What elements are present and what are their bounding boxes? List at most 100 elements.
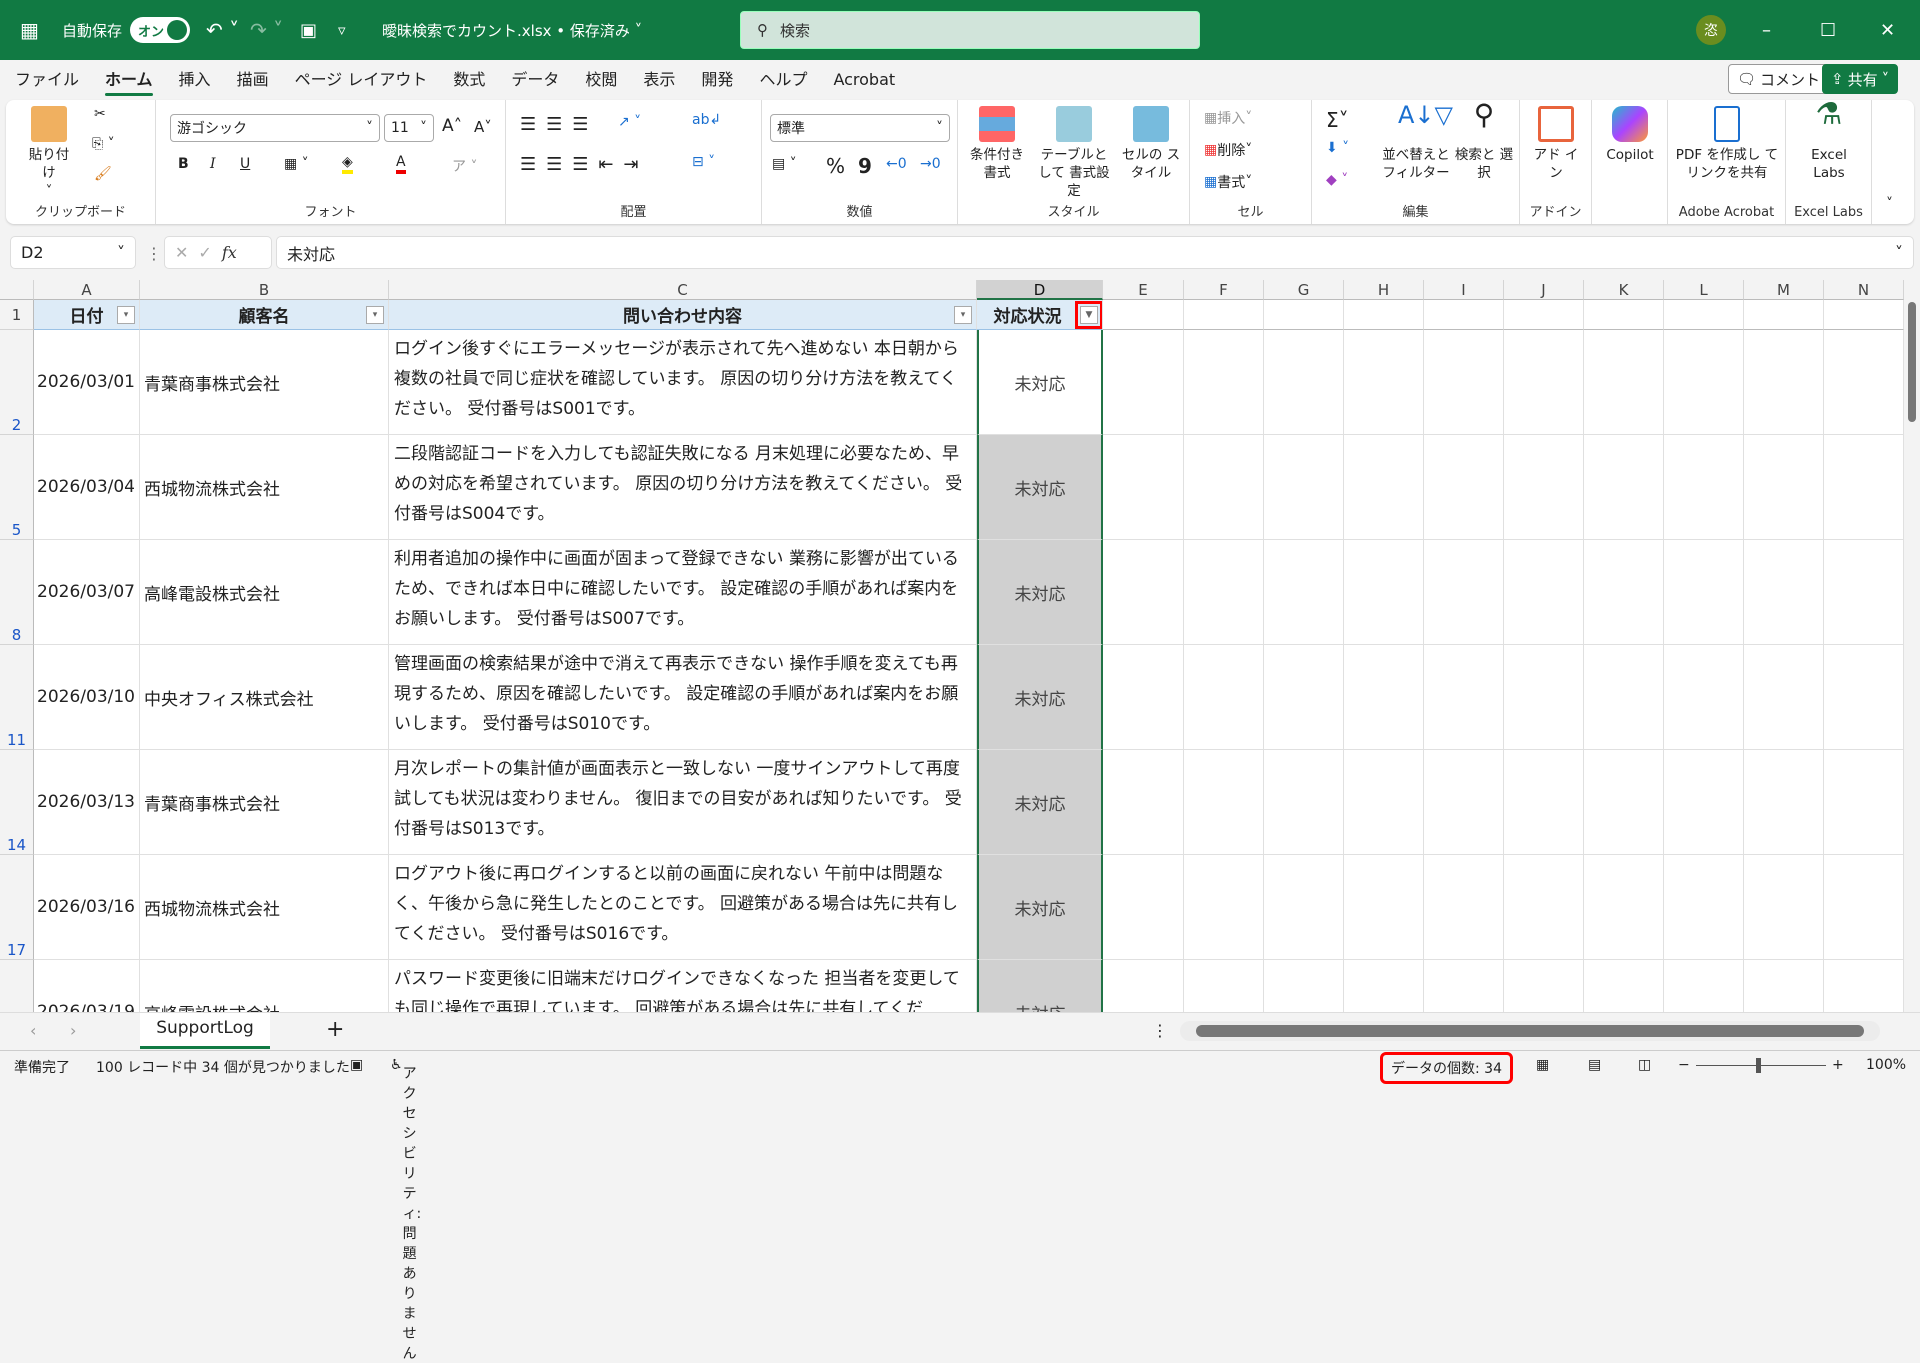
conditional-format-button[interactable]: 条件付き 書式 [964, 106, 1030, 182]
content-cell[interactable]: 月次レポートの集計値が画面表示と一致しない 一度サインアウトして再度試しても状況… [389, 750, 977, 855]
filter-dropdown-button[interactable]: ▾ [954, 306, 972, 324]
empty-cell[interactable] [1344, 960, 1424, 1012]
paste-button[interactable]: 貼り付け ˅ [24, 106, 74, 200]
collapse-ribbon-icon[interactable]: ˅ [1886, 196, 1893, 212]
empty-cell[interactable] [1744, 300, 1824, 330]
empty-cell[interactable] [1264, 330, 1344, 435]
empty-cell[interactable] [1504, 855, 1584, 960]
empty-cell[interactable] [1184, 960, 1264, 1012]
empty-cell[interactable] [1664, 855, 1744, 960]
empty-cell[interactable] [1184, 330, 1264, 435]
header-cell-D[interactable]: 対応状況 ▼ [977, 300, 1103, 330]
content-cell[interactable]: 管理画面の検索結果が途中で消えて再表示できない 操作手順を変えても再現するため、… [389, 645, 977, 750]
sort-filter-button[interactable]: A↓▽ 並べ替えと フィルター [1380, 103, 1453, 182]
customer-cell[interactable]: 西城物流株式会社 [140, 855, 389, 960]
column-header-E[interactable]: E [1103, 280, 1184, 300]
horizontal-scrollbar[interactable] [1180, 1021, 1880, 1041]
empty-cell[interactable] [1744, 540, 1824, 645]
orientation-icon[interactable]: ↗ ˅ [618, 114, 641, 130]
vertical-scroll-thumb[interactable] [1908, 302, 1916, 422]
empty-cell[interactable] [1264, 855, 1344, 960]
vertical-align-icons[interactable]: ☰☰☰ [520, 114, 598, 135]
empty-cell[interactable] [1504, 300, 1584, 330]
tab-3[interactable]: 描画 [224, 60, 282, 100]
empty-cell[interactable] [1664, 300, 1744, 330]
undo-icon[interactable]: ↶ ˅ [206, 0, 239, 60]
tab-splitter-icon[interactable]: ⋮ [1152, 1021, 1168, 1040]
column-header-A[interactable]: A [34, 280, 140, 300]
cell-styles-button[interactable]: セルの スタイル [1118, 106, 1184, 182]
empty-cell[interactable] [1264, 750, 1344, 855]
empty-cell[interactable] [1584, 750, 1664, 855]
empty-cell[interactable] [1664, 540, 1744, 645]
more-icon[interactable]: ⋮ [146, 244, 162, 263]
prev-sheet-icon[interactable]: ‹ [30, 1021, 36, 1040]
empty-cell[interactable] [1103, 435, 1184, 540]
empty-cell[interactable] [1344, 645, 1424, 750]
empty-cell[interactable] [1824, 300, 1904, 330]
empty-cell[interactable] [1184, 540, 1264, 645]
accessibility-status[interactable]: ♿ アクセシビリティ: 問題ありません [390, 1057, 421, 1362]
macro-record-icon[interactable]: ▣ [350, 1057, 363, 1073]
tab-7[interactable]: 校閲 [572, 60, 630, 100]
empty-cell[interactable] [1744, 960, 1824, 1012]
accounting-format-icon[interactable]: ▤ ˅ [772, 156, 797, 172]
empty-cell[interactable] [1264, 300, 1344, 330]
increase-font-icon[interactable]: A˄ [442, 116, 462, 136]
empty-cell[interactable] [1103, 960, 1184, 1012]
column-header-L[interactable]: L [1664, 280, 1744, 300]
empty-cell[interactable] [1424, 435, 1504, 540]
zoom-in-icon[interactable]: + [1832, 1057, 1844, 1073]
empty-cell[interactable] [1424, 855, 1504, 960]
comment-button[interactable]: 🗨 コメント [1728, 64, 1830, 94]
empty-cell[interactable] [1184, 300, 1264, 330]
tab-4[interactable]: ページ レイアウト [282, 60, 441, 100]
clear-icon[interactable]: ◆ ˅ [1326, 172, 1348, 188]
empty-cell[interactable] [1664, 330, 1744, 435]
format-as-table-button[interactable]: テーブルとして 書式設定 [1034, 106, 1114, 200]
search-box[interactable]: ⚲ 検索 [740, 11, 1200, 49]
page-layout-icon[interactable]: ▤ [1588, 1057, 1601, 1073]
column-header-G[interactable]: G [1264, 280, 1344, 300]
header-cell-C[interactable]: 問い合わせ内容 ▾ [389, 300, 977, 330]
empty-cell[interactable] [1264, 645, 1344, 750]
customer-cell[interactable]: 西城物流株式会社 [140, 435, 389, 540]
header-cell-B[interactable]: 顧客名 ▾ [140, 300, 389, 330]
filter-active-icon[interactable]: ▼ [1075, 301, 1102, 329]
column-header-N[interactable]: N [1824, 280, 1904, 300]
content-cell[interactable]: 利用者追加の操作中に画面が固まって登録できない 業務に影響が出ているため、できれ… [389, 540, 977, 645]
count-indicator[interactable]: データの個数: 34 [1380, 1052, 1513, 1084]
merge-center-icon[interactable]: ⊟ ˅ [692, 154, 715, 170]
empty-cell[interactable] [1344, 435, 1424, 540]
bold-button[interactable]: B [178, 156, 189, 172]
empty-cell[interactable] [1424, 330, 1504, 435]
format-painter-icon[interactable]: 🖌 [94, 166, 112, 182]
empty-cell[interactable] [1103, 855, 1184, 960]
autosave[interactable]: 自動保存 オン [62, 0, 191, 60]
empty-cell[interactable] [1103, 300, 1184, 330]
empty-cell[interactable] [1424, 300, 1504, 330]
formula-input[interactable]: 未対応 ˅ [276, 236, 1914, 269]
date-cell[interactable]: 2026/03/16 [34, 855, 140, 960]
tab-1[interactable]: ホーム [92, 60, 166, 100]
select-all-corner[interactable] [0, 280, 34, 300]
italic-button[interactable]: I [210, 156, 216, 172]
column-header-B[interactable]: B [140, 280, 389, 300]
empty-cell[interactable] [1664, 750, 1744, 855]
customer-cell[interactable]: 高峰電設株式会社 [140, 960, 389, 1012]
empty-cell[interactable] [1584, 960, 1664, 1012]
empty-cell[interactable] [1664, 645, 1744, 750]
filter-dropdown-button[interactable]: ▾ [117, 306, 135, 324]
row-header[interactable]: 20 [0, 960, 34, 1012]
empty-cell[interactable] [1103, 540, 1184, 645]
empty-cell[interactable] [1504, 330, 1584, 435]
format-cells-button[interactable]: ▦ 書式 ˅ [1204, 172, 1252, 192]
decrease-decimal-icon[interactable]: →0 [920, 156, 941, 172]
tab-6[interactable]: データ [498, 60, 572, 100]
create-pdf-button[interactable]: PDF を作成し てリンクを共有 [1672, 106, 1782, 182]
tab-9[interactable]: 開発 [688, 60, 746, 100]
empty-cell[interactable] [1103, 750, 1184, 855]
enter-icon[interactable]: ✓ [198, 243, 211, 262]
name-box[interactable]: D2 ˅ [10, 236, 136, 269]
empty-cell[interactable] [1424, 540, 1504, 645]
